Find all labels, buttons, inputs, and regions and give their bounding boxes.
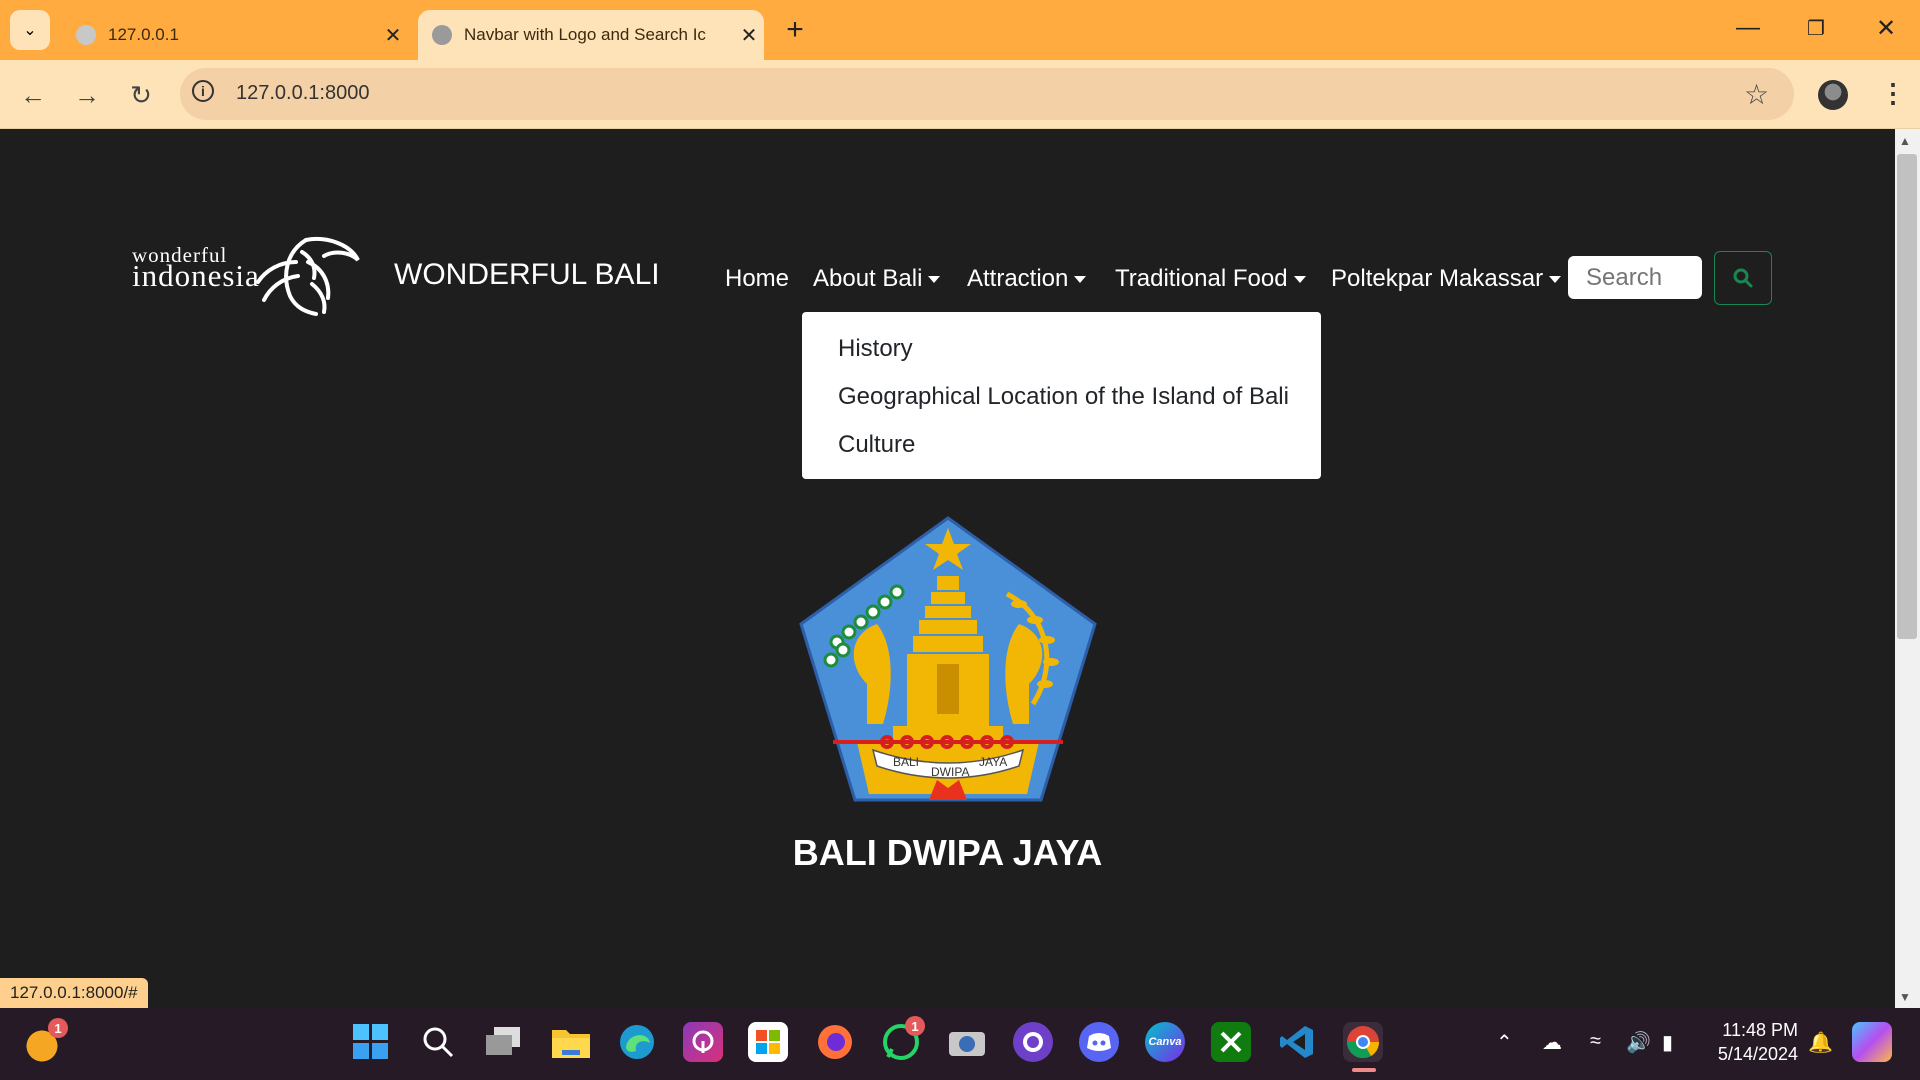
address-bar[interactable] [180, 68, 1794, 120]
url-text[interactable]: 127.0.0.1:8000 [236, 82, 369, 105]
onedrive-icon[interactable]: ☁ [1542, 1030, 1562, 1055]
ribbon-word: DWIPA [931, 765, 969, 779]
restore-button[interactable]: ❐ [1796, 8, 1836, 48]
site-info-icon[interactable]: i [192, 80, 214, 102]
tab-search-button[interactable]: ⌄ [10, 10, 50, 50]
discord-icon[interactable] [1079, 1022, 1119, 1062]
search-icon[interactable] [418, 1022, 458, 1062]
nav-poltekpar-makassar[interactable]: Poltekpar Makassar [1331, 265, 1562, 293]
back-arrow-icon[interactable]: ← [16, 78, 50, 112]
caret-down-icon [1074, 276, 1087, 284]
dropdown-item-history[interactable]: History [838, 335, 913, 363]
scrollbar-thumb[interactable] [1897, 154, 1917, 639]
tab-active[interactable]: Navbar with Logo and Search Ic ✕ [418, 10, 764, 60]
canva-icon[interactable]: Canva [1145, 1022, 1185, 1062]
tab-inactive[interactable]: 127.0.0.1 ✕ [62, 10, 408, 60]
navbar-brand[interactable]: WONDERFUL BALI [394, 258, 660, 292]
nav-label: Traditional Food [1115, 265, 1288, 292]
caret-down-icon [1293, 276, 1306, 284]
close-window-button[interactable]: ✕ [1866, 8, 1906, 48]
globe-icon [76, 25, 96, 45]
volume-icon[interactable]: 🔊 [1626, 1030, 1651, 1055]
canva-label: Canva [1148, 1036, 1182, 1048]
tab-title: Navbar with Logo and Search Ic [464, 25, 706, 44]
task-view-icon[interactable] [484, 1022, 524, 1062]
nav-about-bali[interactable]: About Bali [813, 265, 941, 293]
dropdown-item-geographical-location[interactable]: Geographical Location of the Island of B… [838, 383, 1289, 411]
file-explorer-icon[interactable] [551, 1022, 591, 1062]
firefox-icon[interactable] [815, 1022, 855, 1062]
app-icon[interactable] [683, 1022, 723, 1062]
notification-bell-icon[interactable]: 🔔 [1808, 1030, 1833, 1055]
weather-widget-icon[interactable]: 1 [26, 1018, 68, 1062]
windows-start-icon[interactable] [351, 1022, 391, 1062]
battery-icon[interactable]: ▮ [1662, 1030, 1673, 1055]
nav-traditional-food[interactable]: Traditional Food [1115, 265, 1306, 293]
notification-badge: 1 [48, 1018, 68, 1038]
search-button[interactable] [1714, 251, 1772, 305]
tab-title: 127.0.0.1 [108, 25, 179, 44]
edge-browser-icon[interactable] [617, 1022, 657, 1062]
close-tab-icon[interactable]: ✕ [734, 23, 764, 48]
dropdown-item-culture[interactable]: Culture [838, 431, 915, 459]
scroll-down-arrow-icon[interactable]: ▼ [1899, 990, 1911, 1004]
wifi-icon[interactable]: ≈ [1590, 1030, 1601, 1053]
microsoft-store-icon[interactable] [748, 1022, 788, 1062]
notification-badge: 1 [905, 1016, 925, 1036]
nav-label: Attraction [967, 265, 1069, 292]
close-tab-icon[interactable]: ✕ [378, 23, 408, 48]
reload-icon[interactable]: ↻ [124, 78, 158, 112]
bali-emblem-logo: BALI DWIPA JAYA [799, 516, 1097, 802]
garuda-logo-icon [256, 237, 360, 316]
nav-label: Home [725, 265, 790, 292]
show-hidden-icons-chevron-up-icon[interactable]: ⌃ [1496, 1030, 1513, 1055]
search-input[interactable] [1568, 256, 1702, 299]
copilot-icon[interactable] [1852, 1022, 1892, 1062]
forward-arrow-icon[interactable]: → [70, 78, 104, 112]
whatsapp-icon[interactable]: 1 [881, 1016, 925, 1062]
chevron-down-icon: ⌄ [23, 22, 37, 39]
kebab-menu-icon[interactable]: ⋮ [1880, 78, 1906, 109]
clock-time[interactable]: 11:48 PM [1718, 1020, 1798, 1041]
bookmark-star-icon[interactable]: ☆ [1744, 78, 1769, 111]
search-icon [1733, 268, 1753, 288]
new-tab-button[interactable]: + [778, 13, 812, 47]
nav-home[interactable]: Home [725, 265, 789, 293]
chrome-icon[interactable] [1343, 1022, 1383, 1062]
ribbon-word: BALI [893, 755, 919, 769]
clock-date[interactable]: 5/14/2024 [1712, 1044, 1798, 1065]
ribbon-word: JAYA [979, 755, 1007, 769]
nav-label: About Bali [813, 265, 923, 292]
active-app-indicator [1352, 1068, 1376, 1072]
vscode-icon[interactable] [1277, 1022, 1317, 1062]
logo-indonesia-text: indonesia [132, 258, 260, 293]
status-bar-url: 127.0.0.1:8000/# [0, 978, 148, 1008]
xbox-icon[interactable] [1211, 1022, 1251, 1062]
caret-down-icon [1549, 276, 1562, 284]
nav-label: Poltekpar Makassar [1331, 265, 1544, 292]
camera-icon[interactable] [947, 1022, 987, 1062]
caret-down-icon [928, 276, 941, 284]
minimize-button[interactable]: — [1728, 8, 1768, 48]
page-heading: BALI DWIPA JAYA [792, 832, 1103, 873]
scroll-up-arrow-icon[interactable]: ▲ [1899, 134, 1911, 148]
profile-avatar[interactable] [1818, 80, 1848, 110]
globe-icon [432, 25, 452, 45]
github-icon[interactable] [1013, 1022, 1053, 1062]
nav-attraction[interactable]: Attraction [967, 265, 1087, 293]
